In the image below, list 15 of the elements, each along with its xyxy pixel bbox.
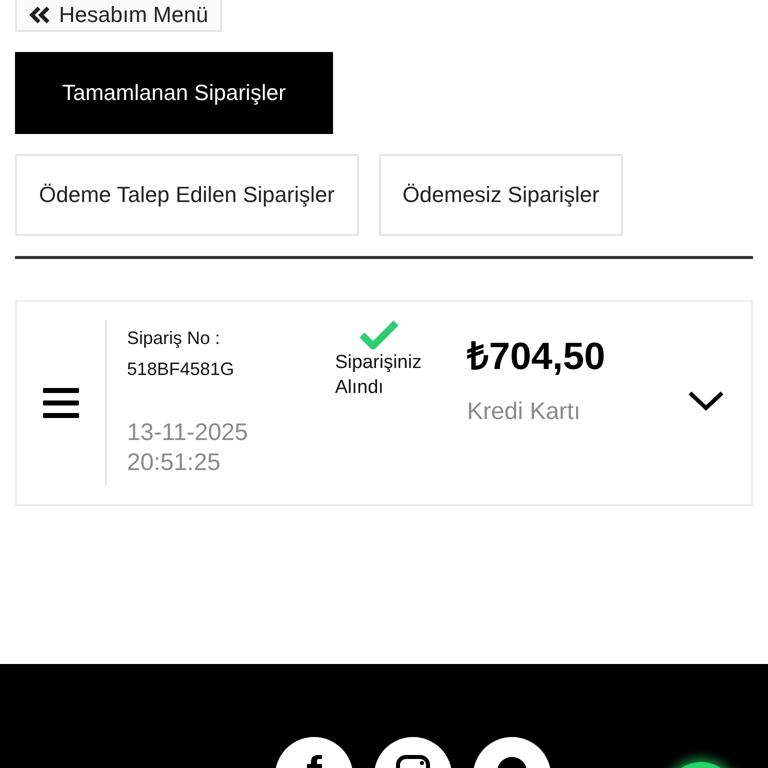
order-time: 20:51:25 [127,448,222,478]
tab[interactable]: Ödeme Talep Edilen Siparişler [15,154,359,236]
chevron-down-icon[interactable] [688,391,724,411]
order-date: 13-11-2025 [127,418,249,448]
order-status: Siparişiniz Alındı [335,351,423,400]
tab[interactable]: Ödemesiz Siparişler [378,154,624,236]
order-number: 518BF4581G [127,359,236,380]
tab[interactable]: Tamamlanan Siparişler [15,52,333,134]
order-number-label: Sipariş No : [127,328,222,349]
order-amount: ₺704,50 [467,335,606,380]
payment-method: Kredi Kartı [467,398,582,426]
double-chevron-left-icon [29,6,51,24]
menu-icon[interactable] [43,387,79,419]
back-button[interactable]: Hesabım Menü [15,0,222,32]
check-icon [359,320,399,350]
